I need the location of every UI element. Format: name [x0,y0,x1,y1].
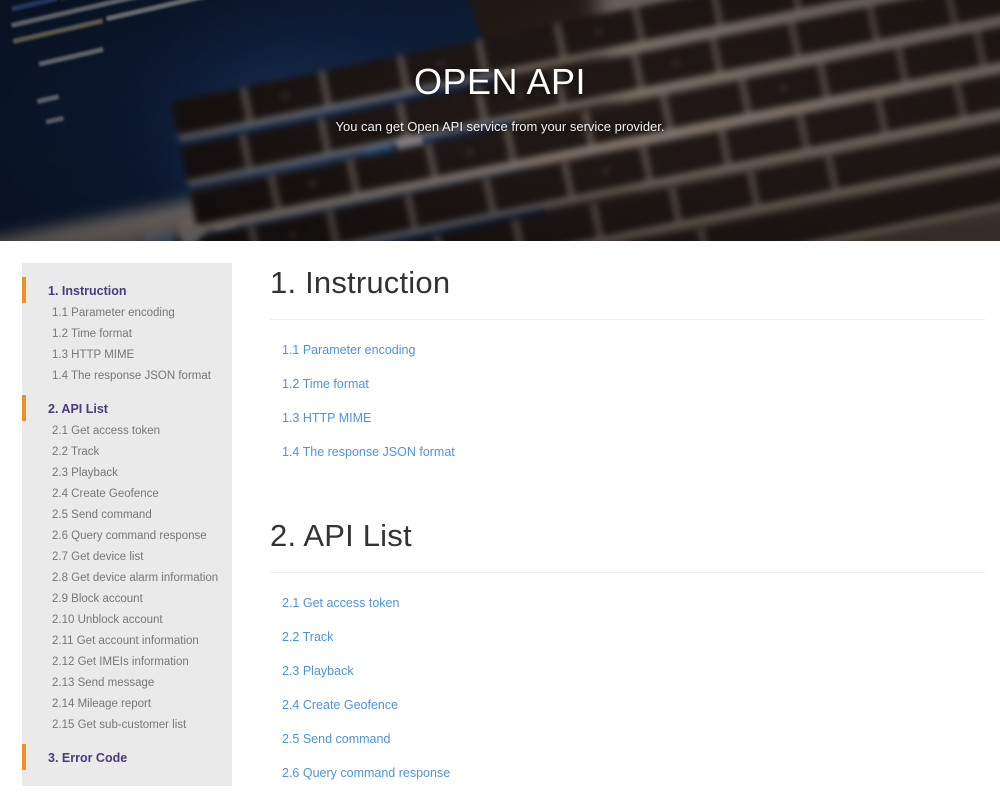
sidebar-item[interactable]: 2.3 Playback [22,463,232,484]
sidebar-item[interactable]: 2.1 Get access token [22,421,232,442]
content-section-1: 1. Instruction 1.1 Parameter encoding 1.2 … [270,241,986,461]
section-divider [270,319,985,320]
hero-banner: OPEN API You can get Open API service fr… [0,0,1000,241]
hero-text-block: OPEN API You can get Open API service fr… [0,0,1000,241]
sidebar-item[interactable]: 1.2 Time format [22,324,232,345]
main-content: 1. Instruction 1.1 Parameter encoding 1.2 … [270,241,986,799]
sidebar-section-label: 3. Error Code [48,751,128,765]
sidebar-item[interactable]: 2.10 Unblock account [22,610,232,631]
sidebar-item[interactable]: 2.2 Track [22,442,232,463]
page-body: 1. Instruction 1.1 Parameter encoding 1.2 … [0,241,1000,801]
hero-title: OPEN API [413,61,587,102]
toc-link[interactable]: 1.3 HTTP MIME [270,410,986,427]
toc-link[interactable]: 2.6 Query command response [270,765,986,782]
toc-link[interactable]: 1.1 Parameter encoding [270,342,986,359]
toc-link[interactable]: 2.5 Send command [270,731,986,748]
toc-link[interactable]: 1.4 The response JSON format [270,444,986,461]
sidebar-item[interactable]: 2.7 Get device list [22,547,232,568]
sidebar-item[interactable]: 2.9 Block account [22,589,232,610]
toc-link[interactable]: 1.2 Time format [270,376,986,393]
sidebar-item[interactable]: 2.13 Send message [22,673,232,694]
sidebar-item[interactable]: 2.6 Query command response [22,526,232,547]
toc-link[interactable]: 2.4 Create Geofence [270,697,986,714]
sidebar-section-label: 2. API List [48,402,108,416]
sidebar-item[interactable]: 2.4 Create Geofence [22,484,232,505]
toc-link[interactable]: 2.1 Get access token [270,595,986,612]
content-section-2: 2. API List 2.1 Get access token 2.2 Track… [270,494,986,782]
sidebar-item[interactable]: 2.11 Get account information [22,631,232,652]
sidebar-item[interactable]: 2.5 Send command [22,505,232,526]
toc-link[interactable]: 2.2 Track [270,629,986,646]
sidebar-section-1[interactable]: 1. Instruction [22,277,232,303]
section-heading: 1. Instruction [270,265,451,300]
toc-link[interactable]: 2.3 Playback [270,663,986,680]
sidebar-section-label: 1. Instruction [48,284,127,298]
sidebar-item[interactable]: 2.14 Mileage report [22,694,232,715]
sidebar-navigation: 1. Instruction 1.1 Parameter encoding 1.2 … [22,263,232,786]
section-heading: 2. API List [270,518,412,553]
sidebar-item[interactable]: 2.12 Get IMEIs information [22,652,232,673]
sidebar-item[interactable]: 1.1 Parameter encoding [22,303,232,324]
sidebar-item[interactable]: 2.8 Get device alarm information [22,568,232,589]
section-divider [270,572,985,573]
sidebar-item[interactable]: 1.3 HTTP MIME [22,345,232,366]
sidebar-item[interactable]: 1.4 The response JSON format [22,366,232,387]
sidebar-section-2[interactable]: 2. API List [22,395,232,421]
sidebar-section-3[interactable]: 3. Error Code [22,744,232,770]
sidebar-item[interactable]: 2.15 Get sub-customer list [22,715,232,736]
hero-subtitle: You can get Open API service from your s… [335,119,665,134]
